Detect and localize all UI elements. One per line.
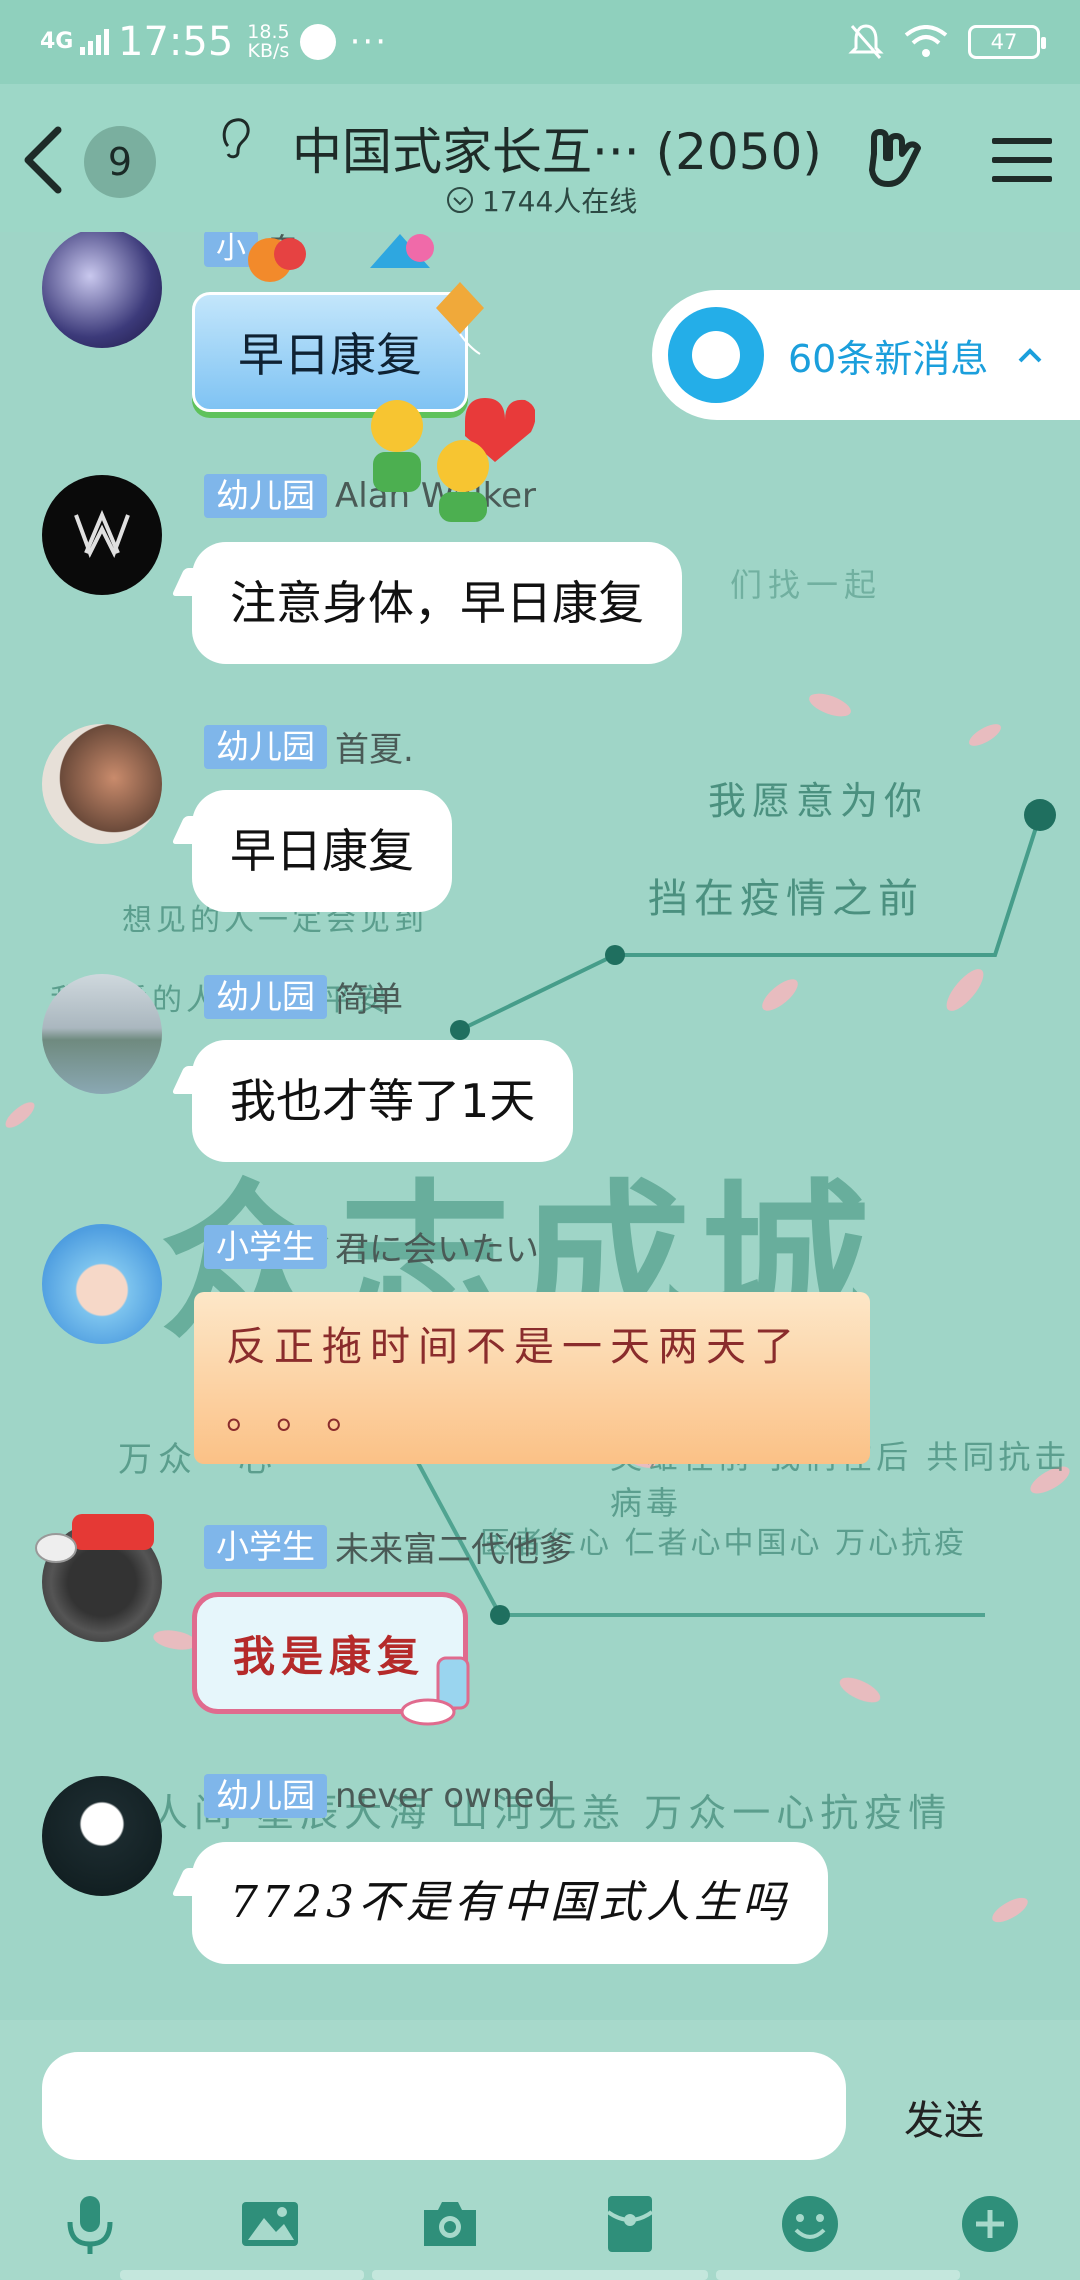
- new-messages-button[interactable]: 60条新消息: [652, 290, 1080, 420]
- avatar[interactable]: [42, 1776, 162, 1896]
- sender-nick[interactable]: 简单: [335, 972, 403, 1021]
- message-bubble[interactable]: 我也才等了1天: [192, 1040, 574, 1162]
- status-bar: 4G 17:55 18.5 KB/s ··· 47: [0, 0, 1080, 84]
- hand-gesture-icon[interactable]: [860, 124, 930, 194]
- chevron-up-icon: [1018, 348, 1042, 363]
- camera-icon[interactable]: [418, 2192, 482, 2256]
- role-badge: 幼儿园: [204, 724, 327, 769]
- wifi-icon: [904, 25, 948, 57]
- bg-slogan-1: 我愿意为你: [708, 779, 929, 823]
- sender-name-row: 小学生 君に会いたい: [204, 1222, 539, 1271]
- role-badge: 幼儿园: [204, 1774, 327, 1818]
- message-bubble[interactable]: 7723不是有中国式人生吗: [192, 1842, 828, 1964]
- mask-badge-icon: [35, 1514, 154, 1563]
- input-toolbar: [0, 2192, 1080, 2272]
- back-arrow-icon[interactable]: [14, 120, 74, 200]
- avatar[interactable]: [42, 228, 162, 348]
- kite-icon: [436, 282, 484, 355]
- bg-slogan-11: 们找一起: [730, 566, 883, 604]
- new-messages-label: 60条新消息: [788, 336, 989, 381]
- chat-header: 9 中国式家长互··· (2050) 1744人在线: [0, 84, 1080, 232]
- role-badge: 幼儿园: [204, 974, 327, 1019]
- avatar[interactable]: [42, 724, 162, 844]
- message-bubble[interactable]: 早日康复: [192, 790, 452, 912]
- sender-name-row: 幼儿园 首夏.: [204, 722, 414, 771]
- panel-divider: [372, 2270, 708, 2280]
- sender-nick[interactable]: 首夏.: [335, 722, 414, 771]
- message-text-continued: 。。。: [226, 1392, 396, 1438]
- image-icon[interactable]: [238, 2192, 302, 2256]
- online-count-label: 1744人在线: [482, 185, 638, 218]
- avatar[interactable]: [42, 974, 162, 1094]
- send-button[interactable]: 发送: [904, 2088, 984, 2146]
- network-speed: 18.5 KB/s: [247, 23, 289, 61]
- soap-bottle-sticker-icon: [400, 1656, 470, 1726]
- chevron-circle-icon: [447, 187, 473, 213]
- menu-icon[interactable]: [990, 128, 1054, 192]
- mute-bell-icon: [848, 24, 884, 59]
- group-title[interactable]: 中国式家长互··· (2050): [292, 112, 822, 184]
- sender-name-row: 幼儿园 never owned: [204, 1774, 556, 1818]
- speed-unit: KB/s: [247, 40, 290, 62]
- sender-nick[interactable]: 君に会いたい: [335, 1222, 539, 1271]
- sender-name-row: 幼儿园 简单: [204, 972, 403, 1021]
- message-input[interactable]: [42, 2052, 846, 2160]
- battery-indicator: 47: [968, 25, 1046, 59]
- message-text: 反正拖时间不是一天两天了: [226, 1324, 802, 1370]
- role-badge: 幼儿园: [204, 474, 327, 518]
- avatar[interactable]: [42, 1224, 162, 1344]
- more-notifications: ···: [349, 22, 389, 62]
- signal-icon: [80, 29, 109, 55]
- panel-divider: [716, 2270, 960, 2280]
- emoji-icon[interactable]: [778, 2192, 842, 2256]
- red-packet-icon[interactable]: [598, 2192, 662, 2256]
- planet-icon: [299, 24, 336, 60]
- online-count[interactable]: 1744人在线: [446, 180, 637, 220]
- emoji-hearts-sticker-icon: [371, 398, 535, 522]
- message-bubble[interactable]: 注意身体，早日康复: [192, 542, 682, 664]
- plus-icon[interactable]: [958, 2192, 1022, 2256]
- panel-divider: [120, 2270, 364, 2280]
- sender-name-row: 小学生 未来富二代他爹: [204, 1522, 573, 1571]
- mic-icon[interactable]: [58, 2192, 122, 2256]
- unread-count-badge[interactable]: 9: [84, 126, 156, 198]
- status-time: 17:55: [118, 19, 234, 65]
- role-badge: 小学生: [204, 1524, 327, 1569]
- role-badge: 小学生: [204, 1224, 327, 1269]
- chat-bubble-icon: [668, 307, 764, 403]
- avatar[interactable]: [42, 475, 162, 595]
- sender-nick[interactable]: never owned: [335, 1776, 556, 1816]
- message-bubble[interactable]: 反正拖时间不是一天两天了 。。。: [194, 1292, 870, 1464]
- input-area: 发送: [0, 2020, 1080, 2280]
- ear-icon: [222, 118, 250, 159]
- alan-walker-logo-icon: [74, 509, 130, 559]
- sender-nick[interactable]: 未来富二代他爹: [335, 1522, 573, 1571]
- bg-slogan-2: 挡在疫情之前: [648, 876, 924, 922]
- battery-level: 47: [990, 30, 1018, 54]
